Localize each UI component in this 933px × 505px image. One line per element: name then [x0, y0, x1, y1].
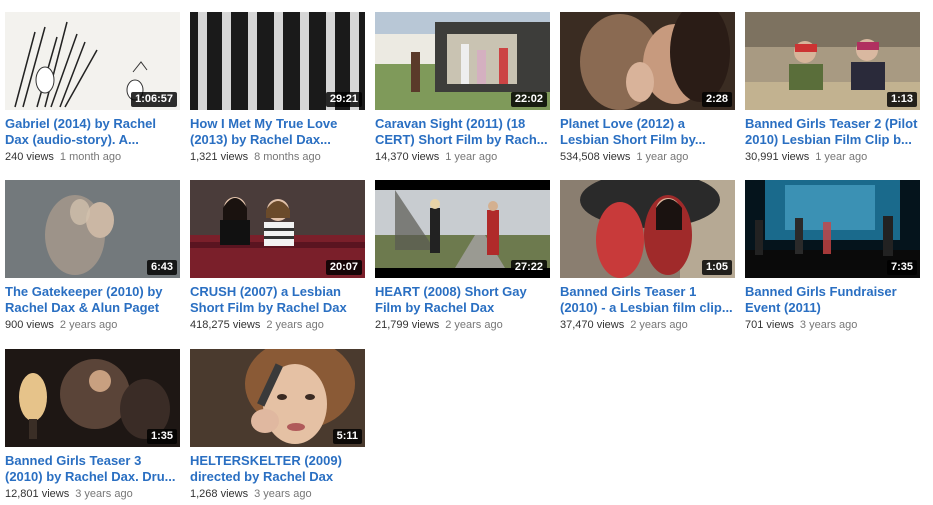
- video-thumbnail[interactable]: 6:43: [5, 180, 180, 278]
- video-thumbnail[interactable]: 22:02: [375, 12, 550, 110]
- video-title-link[interactable]: The Gatekeeper (2010) by Rachel Dax & Al…: [5, 284, 180, 316]
- video-title-link[interactable]: How I Met My True Love (2013) by Rachel …: [190, 116, 365, 148]
- duration-badge: 1:05: [701, 260, 732, 275]
- video-card[interactable]: 1:05 Banned Girls Teaser 1 (2010) - a Le…: [560, 180, 735, 332]
- video-title-link[interactable]: HELTERSKELTER (2009) directed by Rachel …: [190, 453, 365, 485]
- video-meta: 900 views 2 years ago: [5, 318, 180, 332]
- duration-badge: 6:43: [146, 260, 177, 275]
- view-count: 21,799 views: [375, 319, 440, 331]
- video-meta: 240 views 1 month ago: [5, 150, 180, 164]
- video-title-link[interactable]: Banned Girls Teaser 1 (2010) - a Lesbian…: [560, 284, 735, 316]
- video-card[interactable]: 22:02 Caravan Sight (2011) (18 CERT) Sho…: [375, 12, 550, 164]
- upload-age: 2 years ago: [59, 319, 118, 331]
- video-card[interactable]: 6:43 The Gatekeeper (2010) by Rachel Dax…: [5, 180, 180, 332]
- video-meta: 30,991 views 1 year ago: [745, 150, 920, 164]
- duration-badge: 5:11: [332, 429, 362, 444]
- video-card[interactable]: 27:22 HEART (2008) Short Gay Film by Rac…: [375, 180, 550, 332]
- video-title-link[interactable]: HEART (2008) Short Gay Film by Rachel Da…: [375, 284, 550, 316]
- video-thumbnail[interactable]: 27:22: [375, 180, 550, 278]
- video-card[interactable]: 7:35 Banned Girls Fundraiser Event (2011…: [745, 180, 920, 332]
- upload-age: 3 years ago: [799, 319, 858, 331]
- duration-badge: 29:21: [325, 92, 362, 107]
- video-meta: 1,268 views 3 years ago: [190, 487, 365, 501]
- video-meta: 701 views 3 years ago: [745, 318, 920, 332]
- video-meta: 37,470 views 2 years ago: [560, 318, 735, 332]
- duration-badge: 2:28: [701, 92, 732, 107]
- duration-badge: 1:35: [146, 429, 177, 444]
- upload-age: 2 years ago: [266, 319, 324, 331]
- video-title-link[interactable]: Caravan Sight (2011) (18 CERT) Short Fil…: [375, 116, 550, 148]
- video-title-link[interactable]: Banned Girls Fundraiser Event (2011): [745, 284, 920, 316]
- upload-age: 1 year ago: [636, 151, 689, 163]
- video-thumbnail[interactable]: 1:06:57: [5, 12, 180, 110]
- upload-age: 8 months ago: [254, 151, 321, 163]
- video-thumbnail[interactable]: 1:35: [5, 349, 180, 447]
- video-thumbnail[interactable]: 29:21: [190, 12, 365, 110]
- video-meta: 1,321 views 8 months ago: [190, 150, 365, 164]
- video-card[interactable]: 1:35 Banned Girls Teaser 3 (2010) by Rac…: [5, 349, 180, 501]
- video-thumbnail[interactable]: 1:13: [745, 12, 920, 110]
- video-title-link[interactable]: Banned Girls Teaser 3 (2010) by Rachel D…: [5, 453, 180, 485]
- view-count: 14,370 views: [375, 151, 440, 163]
- video-meta: 21,799 views 2 years ago: [375, 318, 550, 332]
- video-meta: 534,508 views 1 year ago: [560, 150, 735, 164]
- duration-badge: 22:02: [510, 92, 547, 107]
- video-card[interactable]: 5:11 HELTERSKELTER (2009) directed by Ra…: [190, 349, 365, 501]
- duration-badge: 7:35: [886, 260, 917, 275]
- view-count: 37,470 views: [560, 319, 625, 331]
- view-count: 1,321 views: [190, 151, 249, 163]
- video-thumbnail[interactable]: 1:05: [560, 180, 735, 278]
- video-thumbnail[interactable]: 5:11: [190, 349, 365, 447]
- video-meta: 418,275 views 2 years ago: [190, 318, 365, 332]
- video-title-link[interactable]: Gabriel (2014) by Rachel Dax (audio-stor…: [5, 116, 180, 148]
- video-thumbnail[interactable]: 7:35: [745, 180, 920, 278]
- video-card[interactable]: 2:28 Planet Love (2012) a Lesbian Short …: [560, 12, 735, 164]
- view-count: 418,275 views: [190, 319, 261, 331]
- video-card[interactable]: 1:13 Banned Girls Teaser 2 (Pilot 2010) …: [745, 12, 920, 164]
- duration-badge: 1:06:57: [131, 92, 177, 107]
- video-card[interactable]: 1:06:57 Gabriel (2014) by Rachel Dax (au…: [5, 12, 180, 164]
- video-grid: 1:06:57 Gabriel (2014) by Rachel Dax (au…: [0, 0, 933, 505]
- duration-badge: 20:07: [325, 260, 362, 275]
- view-count: 1,268 views: [190, 488, 249, 500]
- video-title-link[interactable]: Banned Girls Teaser 2 (Pilot 2010) Lesbi…: [745, 116, 920, 148]
- video-title-link[interactable]: Planet Love (2012) a Lesbian Short Film …: [560, 116, 735, 148]
- view-count: 701 views: [745, 319, 794, 331]
- upload-age: 1 month ago: [59, 151, 122, 163]
- upload-age: 1 year ago: [815, 151, 868, 163]
- upload-age: 3 years ago: [254, 488, 312, 500]
- view-count: 240 views: [5, 151, 54, 163]
- video-meta: 14,370 views 1 year ago: [375, 150, 550, 164]
- upload-age: 2 years ago: [445, 319, 503, 331]
- video-meta: 12,801 views 3 years ago: [5, 487, 180, 501]
- view-count: 534,508 views: [560, 151, 631, 163]
- duration-badge: 27:22: [510, 260, 547, 275]
- view-count: 900 views: [5, 319, 54, 331]
- upload-age: 2 years ago: [630, 319, 688, 331]
- view-count: 30,991 views: [745, 151, 810, 163]
- video-card[interactable]: 29:21 How I Met My True Love (2013) by R…: [190, 12, 365, 164]
- video-thumbnail[interactable]: 20:07: [190, 180, 365, 278]
- upload-age: 1 year ago: [445, 151, 498, 163]
- video-thumbnail[interactable]: 2:28: [560, 12, 735, 110]
- view-count: 12,801 views: [5, 488, 70, 500]
- upload-age: 3 years ago: [75, 488, 133, 500]
- video-card[interactable]: 20:07 CRUSH (2007) a Lesbian Short Film …: [190, 180, 365, 332]
- video-title-link[interactable]: CRUSH (2007) a Lesbian Short Film by Rac…: [190, 284, 365, 316]
- duration-badge: 1:13: [886, 92, 917, 107]
